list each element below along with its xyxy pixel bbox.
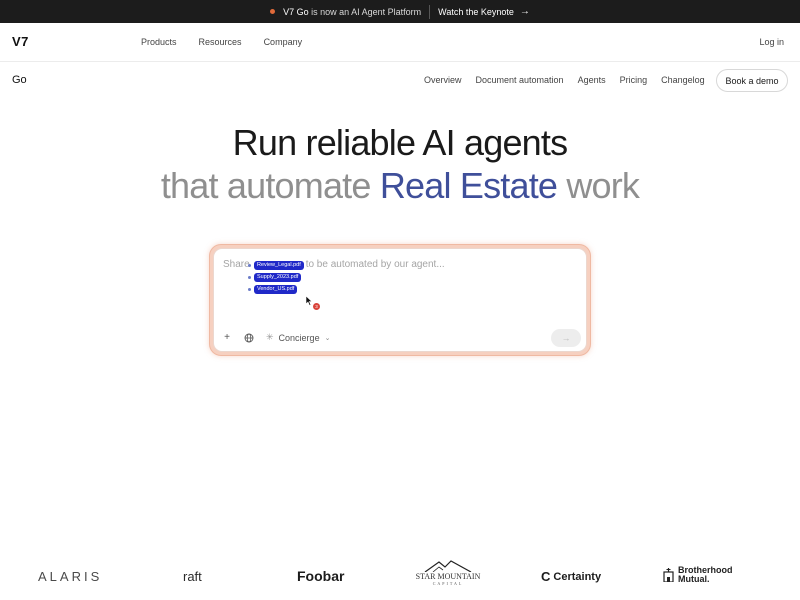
file-chip-row: Supply_2023.pdf: [248, 273, 304, 282]
star-mountain-logo: STAR MOUNTAIN CAPITAL: [414, 560, 482, 586]
prompt-toolbar: + ✳ Concierge ⌄: [222, 332, 330, 343]
announcement-message: is now an AI Agent Platform: [308, 6, 422, 17]
hero-title: Run reliable AI agents: [232, 122, 568, 163]
hero-subtitle-pre: that automate: [160, 165, 380, 206]
certainty-mark-icon: C: [541, 569, 551, 584]
agent-mode-label: Concierge: [278, 332, 320, 343]
file-chip[interactable]: Supply_2023.pdf: [254, 273, 302, 282]
file-count-badge: 3: [313, 303, 320, 310]
announcement-text: V7 Go is now an AI Agent Platform: [283, 7, 421, 17]
agent-prompt-box[interactable]: Share to be automated by our agent... Rev…: [213, 248, 587, 352]
raft-logo: raft: [183, 569, 202, 584]
send-button[interactable]: →: [551, 329, 581, 347]
subnav-link-changelog[interactable]: Changelog: [661, 75, 705, 85]
subnav-link-overview[interactable]: Overview: [424, 75, 462, 85]
brotherhood-line2: Mutual.: [678, 574, 710, 584]
chevron-down-icon: ⌄: [324, 334, 331, 342]
certainty-logo: C Certainty: [541, 569, 601, 584]
certainty-name: Certainty: [553, 570, 602, 583]
file-chip-row: Review_Legal.pdf: [248, 261, 304, 270]
file-bullet-icon: [248, 276, 251, 279]
file-bullet-icon: [248, 288, 251, 291]
mouse-cursor-icon: [306, 296, 313, 306]
watch-keynote-link[interactable]: Watch the Keynote →: [438, 6, 530, 17]
login-link[interactable]: Log in: [759, 37, 784, 47]
star-mountain-name: STAR MOUNTAIN: [415, 572, 481, 581]
status-dot-icon: [270, 9, 276, 14]
arrow-right-icon: →: [519, 6, 530, 17]
watch-keynote-label: Watch the Keynote: [438, 6, 514, 17]
product-subnav: Go Overview Document automation Agents P…: [0, 62, 800, 98]
announcement-divider: [429, 4, 431, 19]
agent-mode-select[interactable]: ✳ Concierge ⌄: [266, 332, 330, 343]
subnav-link-document-automation[interactable]: Document automation: [476, 75, 564, 85]
brotherhood-mutual-logo: Brotherhood Mutual.: [663, 566, 733, 584]
star-mountain-sub: CAPITAL: [432, 581, 464, 586]
subnav-link-agents[interactable]: Agents: [578, 75, 606, 85]
v7-logo[interactable]: V7: [12, 34, 29, 49]
file-chip[interactable]: Vendor_US.pdf: [254, 285, 298, 294]
hero-subtitle: that automate Real Estate work: [0, 165, 800, 207]
plus-icon[interactable]: +: [222, 332, 232, 343]
mountain-icon: [424, 560, 472, 572]
file-bullet-icon: [248, 264, 251, 267]
subnav-link-pricing[interactable]: Pricing: [620, 75, 648, 85]
building-icon: [663, 568, 674, 582]
prompt-placeholder-start: Share: [223, 259, 250, 270]
announcement-bar: V7 Go is now an AI Agent Platform Watch …: [0, 0, 800, 23]
nav-links: Products Resources Company: [141, 37, 302, 47]
main-nav: V7 Products Resources Company Log in: [0, 23, 800, 62]
prompt-placeholder-end: to be automated by our agent...: [305, 259, 445, 270]
book-demo-button[interactable]: Book a demo: [716, 69, 788, 92]
hero-subtitle-post: work: [557, 165, 640, 206]
file-chip[interactable]: Review_Legal.pdf: [254, 261, 304, 270]
announcement-brand: V7 Go: [283, 6, 309, 17]
hero-subtitle-accent: Real Estate: [379, 165, 558, 206]
file-chip-row: Vendor_US.pdf: [248, 285, 304, 294]
customer-logos: ALARIS raft Foobar STAR MOUNTAIN CAPITAL…: [0, 560, 800, 592]
dragged-files: Review_Legal.pdf Supply_2023.pdf Vendor_…: [248, 261, 304, 294]
alaris-logo: ALARIS: [38, 569, 103, 584]
brotherhood-mutual-text: Brotherhood Mutual.: [678, 566, 733, 584]
nav-link-resources[interactable]: Resources: [199, 37, 242, 47]
sparkle-icon: ✳: [266, 332, 274, 342]
nav-link-company[interactable]: Company: [264, 37, 303, 47]
product-name-go[interactable]: Go: [12, 74, 27, 86]
globe-icon[interactable]: [244, 333, 254, 343]
subnav-links: Overview Document automation Agents Pric…: [424, 75, 705, 85]
foobar-logo: Foobar: [297, 568, 345, 584]
nav-link-products[interactable]: Products: [141, 37, 177, 47]
